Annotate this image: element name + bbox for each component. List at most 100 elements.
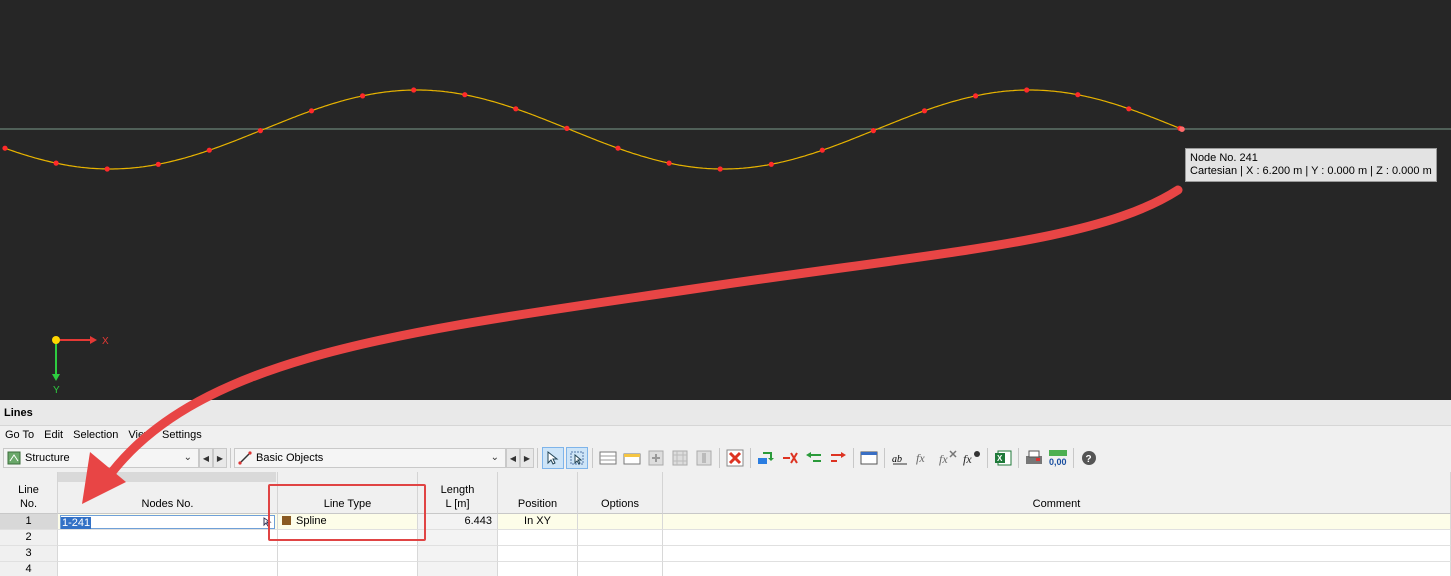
- node-point[interactable]: [1024, 87, 1030, 93]
- table-row[interactable]: 1 1-241 Spline 6.443 In XY: [0, 514, 1451, 530]
- select-in-table-button[interactable]: [542, 447, 564, 469]
- node-point[interactable]: [615, 145, 621, 151]
- header-position[interactable]: Position: [498, 472, 578, 514]
- node-point[interactable]: [360, 93, 366, 99]
- menu-edit[interactable]: Edit: [39, 426, 68, 444]
- window-button[interactable]: [858, 447, 880, 469]
- menu-settings[interactable]: Settings: [157, 426, 207, 444]
- object-type-dropdown[interactable]: Basic Objects ⌄: [234, 448, 506, 468]
- model-viewport[interactable]: X Y Node No. 241 Cartesian | X : 6.200 m…: [0, 0, 1451, 400]
- node-point[interactable]: [308, 108, 315, 114]
- formula-delete-button[interactable]: fx: [937, 447, 959, 469]
- comment-cell[interactable]: [663, 530, 1451, 546]
- row-number[interactable]: 1: [0, 514, 58, 530]
- prev-category-button[interactable]: ◀: [199, 448, 213, 468]
- node-point[interactable]: [257, 128, 263, 134]
- header-comment[interactable]: Comment: [663, 472, 1451, 514]
- node-point[interactable]: [1075, 92, 1081, 98]
- node-point[interactable]: [206, 147, 212, 153]
- options-cell[interactable]: [578, 562, 663, 576]
- node-point[interactable]: [666, 160, 672, 166]
- structure-dropdown[interactable]: Structure ⌄: [3, 448, 199, 468]
- table-row[interactable]: 3: [0, 546, 1451, 562]
- formula-edit-button[interactable]: fx: [961, 447, 983, 469]
- add-row-button[interactable]: [645, 447, 667, 469]
- next-category-button[interactable]: ▶: [213, 448, 227, 468]
- help-button[interactable]: ?: [1078, 447, 1100, 469]
- position-cell[interactable]: [498, 530, 578, 546]
- comment-cell[interactable]: [663, 514, 1451, 530]
- line-type-cell[interactable]: [278, 530, 418, 546]
- table-row[interactable]: 2: [0, 530, 1451, 546]
- prev-object-button[interactable]: ◀: [506, 448, 520, 468]
- menu-go-to[interactable]: Go To: [0, 426, 39, 444]
- node-point[interactable]: [973, 93, 979, 99]
- import-button[interactable]: [803, 447, 825, 469]
- node-point[interactable]: [564, 125, 570, 131]
- node-point-hovered[interactable]: [1179, 126, 1185, 132]
- header-nodes-no[interactable]: Nodes No.: [58, 472, 278, 514]
- decimals-button[interactable]: 0,00: [1047, 447, 1069, 469]
- nodes-cell[interactable]: [58, 546, 278, 562]
- menu-view[interactable]: View: [123, 426, 157, 444]
- select-in-model-button[interactable]: [566, 447, 588, 469]
- comment-cell[interactable]: [663, 562, 1451, 576]
- header-line-no[interactable]: Line No.: [0, 472, 58, 514]
- insert-row-button[interactable]: [621, 447, 643, 469]
- print-icon: [1026, 450, 1042, 464]
- formula-button[interactable]: fx: [913, 447, 935, 469]
- comment-cell[interactable]: [663, 546, 1451, 562]
- node-point[interactable]: [462, 92, 468, 98]
- columns-button[interactable]: [693, 447, 715, 469]
- pick-nodes-icon[interactable]: [263, 517, 273, 527]
- grid-icon: [672, 450, 688, 466]
- export-button[interactable]: [827, 447, 849, 469]
- node-point[interactable]: [411, 87, 417, 93]
- remove-red-icon: [783, 452, 798, 464]
- node-point[interactable]: [104, 166, 110, 172]
- options-cell[interactable]: [578, 530, 663, 546]
- menu-selection[interactable]: Selection: [68, 426, 123, 444]
- node-point[interactable]: [717, 166, 723, 172]
- line-type-cell[interactable]: Spline: [278, 514, 418, 530]
- position-cell[interactable]: [498, 546, 578, 562]
- line-type-cell[interactable]: [278, 546, 418, 562]
- print-button[interactable]: [1023, 447, 1045, 469]
- node-point[interactable]: [768, 161, 774, 167]
- row-number[interactable]: 3: [0, 546, 58, 562]
- row-number[interactable]: 2: [0, 530, 58, 546]
- viewport-canvas: X Y: [0, 87, 1451, 396]
- node-point[interactable]: [819, 147, 825, 153]
- line-type-cell[interactable]: [278, 562, 418, 576]
- table-row[interactable]: 4: [0, 562, 1451, 576]
- node-point[interactable]: [53, 160, 59, 166]
- options-cell[interactable]: [578, 514, 663, 530]
- position-cell[interactable]: [498, 562, 578, 576]
- nodes-edit-input[interactable]: 1-241: [60, 515, 275, 529]
- options-cell[interactable]: [578, 546, 663, 562]
- position-cell[interactable]: In XY: [498, 514, 578, 530]
- header-length[interactable]: Length L [m]: [418, 472, 498, 514]
- node-point[interactable]: [921, 108, 928, 114]
- node-point[interactable]: [870, 128, 877, 134]
- node-point[interactable]: [2, 145, 8, 151]
- node-point[interactable]: [155, 161, 161, 167]
- header-line-type[interactable]: Line Type: [278, 472, 418, 514]
- grid-button[interactable]: [669, 447, 691, 469]
- row-number[interactable]: 4: [0, 562, 58, 576]
- next-object-button[interactable]: ▶: [520, 448, 534, 468]
- remove-button[interactable]: [779, 447, 801, 469]
- text-format-button[interactable]: ab: [889, 447, 911, 469]
- header-options[interactable]: Options: [578, 472, 663, 514]
- nodes-cell[interactable]: [58, 562, 278, 576]
- node-point[interactable]: [1126, 106, 1132, 112]
- excel-export-button[interactable]: X: [992, 447, 1014, 469]
- node-point[interactable]: [513, 106, 519, 112]
- nodes-cell[interactable]: [58, 530, 278, 546]
- nodes-cell[interactable]: 1-241: [58, 514, 278, 530]
- delete-button[interactable]: [724, 447, 746, 469]
- svg-text:fx: fx: [916, 451, 925, 465]
- length-cell: 6.443: [418, 514, 498, 530]
- table-view-button[interactable]: [597, 447, 619, 469]
- assign-button[interactable]: [755, 447, 777, 469]
